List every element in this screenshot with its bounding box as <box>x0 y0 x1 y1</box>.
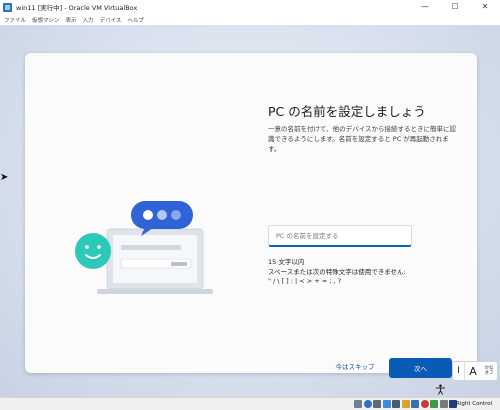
text-cursor-icon[interactable]: I <box>453 362 465 380</box>
vm-display[interactable]: ➤ PC の名前を設定しましょう 一意の名前を付けて、他のデバイスから接続すると… <box>0 25 500 397</box>
status-bar: Right Control <box>0 397 500 410</box>
page-description: 一意の名前を付けて、他のデバイスから接続するときに簡単に認識できるようにします。… <box>268 125 456 153</box>
video-capture-icon[interactable] <box>420 400 429 408</box>
display-icon[interactable] <box>411 400 419 408</box>
menu-view[interactable]: 表示 <box>66 16 77 24</box>
hard-disk-icon[interactable] <box>354 400 362 408</box>
accessibility-figure-icon <box>435 384 445 395</box>
menu-machine[interactable]: 仮想マシン <box>32 16 60 24</box>
rule-character-list: " / \ [ ] : | < > + = ; , ? <box>268 277 342 285</box>
virtualization-icon[interactable] <box>430 400 438 408</box>
oobe-card: PC の名前を設定しましょう 一意の名前を付けて、他のデバイスから接続するときに… <box>25 53 477 378</box>
kana-lock-indicator[interactable]: かな オフ <box>481 362 497 380</box>
mouse-pointer-icon: ➤ <box>0 172 9 183</box>
maximize-button[interactable]: ☐ <box>440 0 470 14</box>
skip-button[interactable]: 今はスキップ <box>333 358 377 374</box>
ime-panel[interactable]: I A かな オフ <box>452 361 498 381</box>
shared-folders-icon[interactable] <box>401 400 410 408</box>
page-title: PC の名前を設定しましょう <box>268 104 426 119</box>
virtualbox-icon <box>3 2 12 12</box>
window-controls: — ☐ ✕ <box>410 0 500 14</box>
audio-icon[interactable] <box>373 400 381 408</box>
menu-bar: ファイル 仮想マシン 表示 入力 デバイス ヘルプ <box>0 14 500 25</box>
optical-drive-icon[interactable] <box>363 400 372 408</box>
accessibility-icon[interactable] <box>433 382 447 396</box>
close-button[interactable]: ✕ <box>470 0 500 14</box>
ime-mode-indicator[interactable]: A <box>465 362 481 380</box>
pc-name-input[interactable] <box>268 225 412 247</box>
menu-help[interactable]: ヘルプ <box>127 16 144 24</box>
next-button[interactable]: 次へ <box>389 358 452 378</box>
network-icon[interactable] <box>382 400 391 408</box>
minimize-button[interactable]: — <box>410 0 440 14</box>
menu-file[interactable]: ファイル <box>4 16 26 24</box>
device-chat-illustration-icon <box>75 201 213 294</box>
rule-characters: スペースまたは次の特殊文字は使用できません: <box>268 267 406 276</box>
status-icons <box>354 400 459 408</box>
window-title: win11 [実行中] - Oracle VM VirtualBox <box>16 4 138 12</box>
window-title-bar[interactable]: win11 [実行中] - Oracle VM VirtualBox — ☐ ✕ <box>0 0 500 14</box>
menu-devices[interactable]: デバイス <box>100 16 122 24</box>
mouse-integration-icon[interactable] <box>439 400 448 408</box>
host-key-label: Right Control <box>456 401 493 407</box>
usb-icon[interactable] <box>392 400 400 408</box>
kana-lock-state: オフ <box>484 371 494 376</box>
name-rules: 15 文字以内 スペースまたは次の特殊文字は使用できません: " / \ [ ]… <box>268 258 406 287</box>
rule-length: 15 文字以内 <box>268 258 305 266</box>
menu-input[interactable]: 入力 <box>83 16 94 24</box>
